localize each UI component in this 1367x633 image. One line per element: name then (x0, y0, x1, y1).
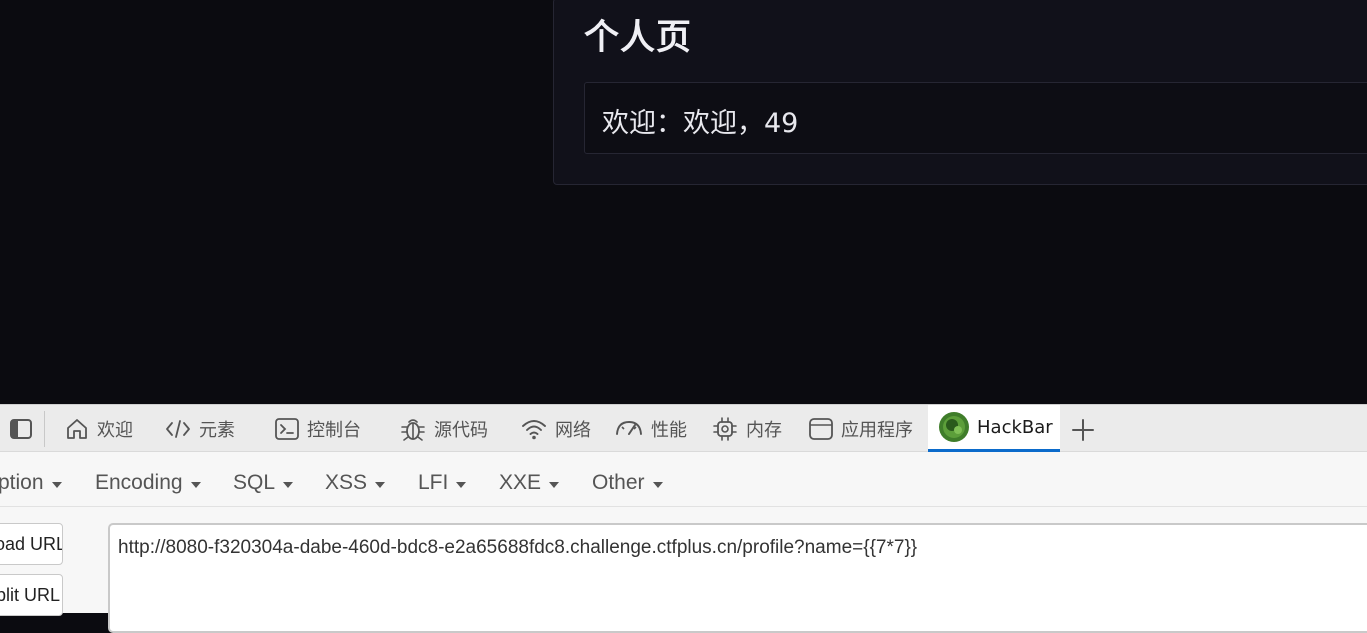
menu-label: XXE (499, 471, 542, 494)
other-menu[interactable]: Other (592, 471, 663, 495)
code-icon (166, 419, 190, 438)
hackbar-logo-icon (939, 412, 969, 442)
tab-elements[interactable]: 元素 (164, 405, 235, 452)
encoding-menu[interactable]: Encoding (95, 471, 201, 495)
tab-hackbar[interactable]: HackBar (928, 405, 1060, 452)
url-value: http://8080-f320304a-dabe-460d-bdc8-e2a6… (118, 537, 918, 558)
tab-memory[interactable]: 内存 (711, 405, 782, 452)
page-viewport: 个人页 欢迎：欢迎，49 (0, 0, 1367, 404)
tab-label: 应用程序 (841, 419, 913, 441)
console-icon (275, 417, 299, 440)
chip-icon (713, 416, 737, 441)
window-icon (809, 417, 833, 440)
chevron-down-icon (283, 481, 294, 488)
tab-separator (44, 411, 45, 447)
tab-application[interactable]: 应用程序 (808, 405, 913, 452)
chevron-down-icon (375, 481, 386, 488)
xss-menu[interactable]: XSS (325, 471, 386, 495)
tab-network[interactable]: 网络 (520, 405, 591, 452)
welcome-box: 欢迎：欢迎，49 (584, 82, 1367, 154)
tab-label: 元素 (199, 419, 235, 441)
menu-label: LFI (418, 471, 449, 494)
wifi-icon (522, 419, 546, 439)
toggle-sidebar-icon[interactable] (8, 416, 34, 442)
devtools-panel: 欢迎 元素 控制台 源代码 网络 性能 内存 应用程序 HackBar ptio… (0, 404, 1367, 633)
home-icon (67, 418, 87, 439)
chevron-down-icon (190, 481, 201, 488)
menu-label: XSS (325, 471, 368, 494)
gauge-icon (616, 420, 642, 435)
sql-menu[interactable]: SQL (233, 471, 294, 495)
chevron-down-icon (51, 481, 62, 488)
split-url-button[interactable]: plit URL (0, 574, 63, 616)
chevron-down-icon (549, 481, 560, 488)
tab-console[interactable]: 控制台 (274, 405, 361, 452)
menu-label: SQL (233, 471, 276, 494)
profile-card: 个人页 欢迎：欢迎，49 (553, 0, 1367, 185)
encryption-menu[interactable]: ption (0, 471, 62, 495)
tab-label: 控制台 (307, 419, 361, 441)
menu-label: Other (592, 471, 645, 494)
tab-label: 源代码 (434, 419, 488, 441)
welcome-text: 欢迎：欢迎，49 (602, 108, 799, 139)
tab-sources[interactable]: 源代码 (399, 405, 488, 452)
tab-performance[interactable]: 性能 (614, 405, 687, 452)
hackbar-toolbar: ption Encoding SQL XSS LFI XXE Other (0, 461, 1367, 507)
url-input[interactable]: http://8080-f320304a-dabe-460d-bdc8-e2a6… (108, 523, 1367, 633)
page-title: 个人页 (584, 18, 693, 58)
tab-welcome[interactable]: 欢迎 (64, 405, 133, 452)
lfi-menu[interactable]: LFI (418, 471, 467, 495)
tab-label: 性能 (651, 419, 687, 441)
menu-label: ption (0, 471, 44, 494)
tab-label: 内存 (746, 419, 782, 441)
load-url-button[interactable]: oad URL (0, 523, 63, 565)
tab-label: 网络 (555, 419, 591, 441)
tab-label: HackBar (977, 416, 1053, 438)
bug-icon (401, 418, 425, 441)
menu-label: Encoding (95, 471, 183, 494)
tab-label: 欢迎 (97, 419, 133, 441)
xxe-menu[interactable]: XXE (499, 471, 560, 495)
add-tab-icon[interactable] (1071, 418, 1095, 442)
devtools-tabbar: 欢迎 元素 控制台 源代码 网络 性能 内存 应用程序 HackBar (0, 405, 1367, 452)
chevron-down-icon (652, 481, 663, 488)
chevron-down-icon (456, 481, 467, 488)
